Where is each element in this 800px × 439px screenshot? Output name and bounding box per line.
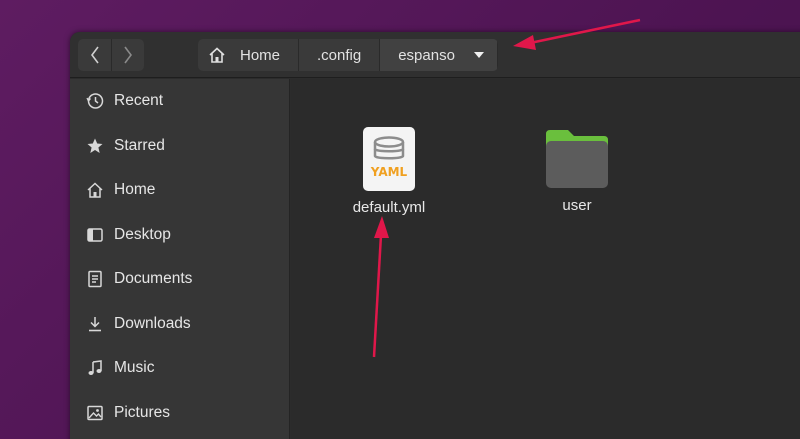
breadcrumb-home-label: Home	[240, 46, 281, 64]
caret-down-icon[interactable]	[473, 51, 485, 59]
breadcrumb-config-label: .config	[317, 46, 362, 64]
file-name: default.yml	[352, 199, 426, 216]
chevron-right-icon	[124, 46, 132, 64]
sidebar-item-label: Music	[114, 359, 155, 377]
yaml-icon-text: YAML	[370, 165, 408, 179]
forward-button[interactable]	[111, 39, 144, 71]
breadcrumb: Home .config espanso	[198, 39, 498, 71]
sidebar-item-label: Home	[114, 181, 156, 199]
sidebar-item-label: Recent	[114, 92, 164, 110]
sidebar-item-pictures[interactable]: Pictures	[70, 391, 289, 436]
folder-icon	[546, 130, 608, 188]
sidebar-item-documents[interactable]: Documents	[70, 257, 289, 302]
file-view: YAML default.yml user	[291, 79, 800, 439]
document-icon	[85, 269, 105, 289]
sidebar-item-music[interactable]: Music	[70, 346, 289, 391]
home-icon	[208, 46, 226, 64]
chevron-left-icon	[90, 46, 99, 64]
music-icon	[85, 358, 105, 378]
clock-icon	[85, 91, 105, 111]
sidebar-item-label: Pictures	[114, 403, 170, 421]
file-name: user	[562, 197, 592, 214]
yaml-file-icon: YAML	[363, 127, 415, 191]
sidebar-item-desktop[interactable]: Desktop	[70, 213, 289, 258]
sidebar: Recent Starred Home Desktop Documents Do…	[70, 79, 290, 439]
sidebar-item-label: Starred	[114, 136, 165, 154]
file-manager-window: Home .config espanso Recent Starred Home…	[70, 32, 800, 439]
back-button[interactable]	[78, 39, 111, 71]
sidebar-item-downloads[interactable]: Downloads	[70, 302, 289, 347]
breadcrumb-home[interactable]: Home	[198, 39, 300, 71]
sidebar-item-label: Downloads	[114, 314, 191, 332]
breadcrumb-espanso-label: espanso	[398, 46, 455, 64]
file-item-user[interactable]: user	[522, 128, 632, 214]
sidebar-item-starred[interactable]: Starred	[70, 124, 289, 169]
star-icon	[85, 136, 105, 156]
download-icon	[85, 314, 105, 334]
desktop-icon	[85, 225, 105, 245]
breadcrumb-espanso[interactable]: espanso	[380, 39, 498, 71]
picture-icon	[85, 403, 105, 423]
sidebar-item-label: Desktop	[114, 225, 171, 243]
home-icon	[85, 180, 105, 200]
breadcrumb-config[interactable]: .config	[299, 39, 381, 71]
sidebar-item-home[interactable]: Home	[70, 168, 289, 213]
sidebar-item-label: Documents	[114, 270, 193, 288]
file-item-default-yml[interactable]: YAML default.yml	[334, 126, 444, 216]
sidebar-item-recent[interactable]: Recent	[70, 79, 289, 124]
navigation-buttons	[78, 39, 144, 71]
header-bar: Home .config espanso	[70, 32, 800, 78]
